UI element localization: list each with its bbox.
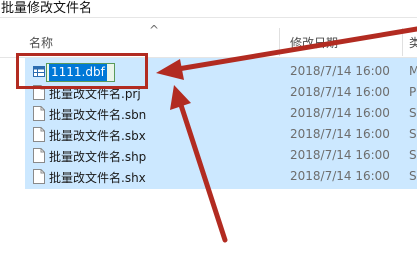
annotation-arrows xyxy=(156,26,417,243)
annotation-arrow-bottom xyxy=(170,85,228,243)
annotation-arrow-right xyxy=(156,26,417,80)
